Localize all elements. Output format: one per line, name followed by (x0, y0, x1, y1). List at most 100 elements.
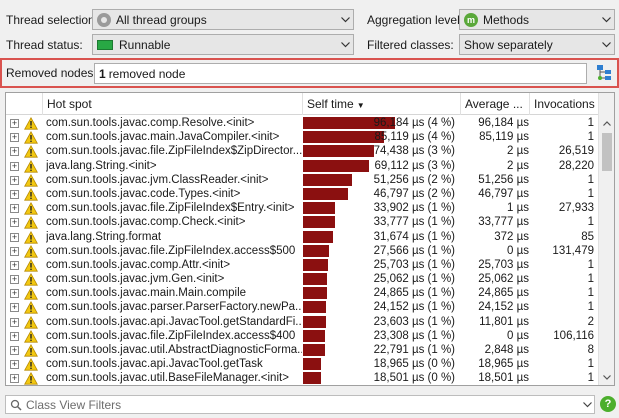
self-time-bar (303, 173, 352, 186)
invocations-value: 8 (587, 344, 594, 356)
expand-toggle-icon[interactable]: + (10, 371, 20, 385)
thread-selection-label: Thread selection: (6, 13, 99, 27)
self-time-bar (303, 187, 348, 200)
table-row[interactable]: + com.sun.tools.javac.file.ZipFileIndex$Z… (6, 144, 600, 158)
column-average[interactable]: Average ... (461, 93, 530, 115)
average-value: 96,184 µs (478, 117, 529, 129)
expand-toggle-icon[interactable]: + (10, 286, 20, 300)
hot-spot-name: java.lang.String.<init> (46, 159, 157, 172)
removed-nodes-field[interactable]: 1 removed node (94, 63, 587, 84)
invocations-value: 85 (581, 230, 594, 243)
filtered-classes-value: Show separately (464, 37, 553, 52)
table-row[interactable]: + com.sun.tools.javac.comp.Check.<init> 33… (6, 215, 600, 229)
average-value: 25,062 µs (478, 273, 529, 286)
self-time-value: 96,184 µs (4 %) (373, 117, 455, 129)
runnable-status-icon (97, 39, 113, 50)
table-row[interactable]: + com.sun.tools.javac.file.ZipFileIndex.a… (6, 244, 600, 258)
table-row[interactable]: + com.sun.tools.javac.comp.Resolve.<init>… (6, 116, 600, 130)
expand-toggle-icon[interactable]: + (10, 258, 20, 272)
average-value: 0 µs (507, 244, 529, 257)
hot-spot-name: com.sun.tools.javac.code.Types.<init> (46, 187, 241, 200)
expand-toggle-icon[interactable]: + (10, 130, 20, 144)
table-row[interactable]: + com.sun.tools.javac.file.ZipFileIndex.a… (6, 329, 600, 343)
tree-view-button[interactable] (594, 62, 614, 84)
expand-toggle-icon[interactable]: + (10, 343, 20, 357)
invocations-value: 1 (587, 131, 594, 144)
chevron-down-icon (337, 35, 353, 54)
column-hot-spot[interactable]: Hot spot (43, 93, 303, 115)
table-row[interactable]: + com.sun.tools.javac.api.JavacTool.getTa… (6, 357, 600, 371)
table-row[interactable]: + com.sun.tools.javac.comp.Attr.<init> 25,… (6, 258, 600, 272)
average-value: 33,777 µs (478, 216, 529, 229)
expand-toggle-icon[interactable]: + (10, 116, 20, 130)
vertical-scrollbar[interactable] (598, 93, 614, 385)
thread-status-label: Thread status: (6, 38, 83, 52)
average-value: 51,256 µs (478, 173, 529, 186)
expand-toggle-icon[interactable]: + (10, 187, 20, 201)
table-row[interactable]: + java.lang.String.<init> 69,112 µs (3 %) 2… (6, 159, 600, 173)
help-icon[interactable]: ? (600, 396, 616, 412)
table-row[interactable]: + com.sun.tools.javac.main.JavaCompiler.<… (6, 130, 600, 144)
expand-toggle-icon[interactable]: + (10, 215, 20, 229)
self-time-bar (303, 301, 326, 314)
warning-icon (24, 300, 42, 315)
table-row[interactable]: + com.sun.tools.javac.file.ZipFileIndex$E… (6, 201, 600, 215)
scroll-up-icon[interactable] (599, 115, 614, 131)
table-row[interactable]: + com.sun.tools.javac.code.Types.<init> 46… (6, 187, 600, 201)
scroll-down-icon[interactable] (599, 369, 614, 385)
expand-toggle-icon[interactable]: + (10, 201, 20, 215)
expand-toggle-icon[interactable]: + (10, 357, 20, 371)
expand-toggle-icon[interactable]: + (10, 300, 20, 314)
self-time-cell: 27,566 µs (1 %) (303, 244, 459, 258)
column-invocations[interactable]: Invocations (530, 93, 600, 115)
table-row[interactable]: + com.sun.tools.javac.util.BaseFileManage… (6, 371, 600, 385)
expand-toggle-icon[interactable]: + (10, 244, 20, 258)
warning-icon (24, 244, 42, 258)
expand-toggle-icon[interactable]: + (10, 315, 20, 329)
self-time-cell: 74,438 µs (3 %) (303, 144, 459, 158)
self-time-bar (303, 344, 325, 356)
hot-spot-name: com.sun.tools.javac.comp.Resolve.<init> (46, 117, 255, 129)
thread-selection-dropdown[interactable]: All thread groups (92, 9, 354, 30)
warning-icon (24, 173, 42, 187)
scroll-thumb[interactable] (602, 133, 612, 171)
self-time-value: 23,308 µs (1 %) (373, 329, 455, 342)
table-row[interactable]: + java.lang.String.format 31,674 µs (1 %) 3… (6, 230, 600, 244)
table-row[interactable]: + com.sun.tools.javac.jvm.Gen.<init> 25,06… (6, 272, 600, 286)
filtered-classes-dropdown[interactable]: Show separately (459, 34, 615, 55)
table-row[interactable]: + com.sun.tools.javac.api.JavacTool.getSt… (6, 315, 600, 329)
table-row[interactable]: + com.sun.tools.javac.main.Main.compile 24… (6, 286, 600, 300)
table-row[interactable]: + com.sun.tools.javac.parser.ParserFactor… (6, 300, 600, 315)
expand-toggle-icon[interactable]: + (10, 144, 20, 158)
hot-spot-name: com.sun.tools.javac.comp.Check.<init> (46, 216, 246, 229)
average-value: 2 µs (507, 145, 529, 158)
thread-status-dropdown[interactable]: Runnable (92, 34, 354, 55)
expand-toggle-icon[interactable]: + (10, 272, 20, 286)
column-self-time-label: Self time (307, 97, 354, 111)
self-time-cell: 25,703 µs (1 %) (303, 258, 459, 272)
hot-spot-name: com.sun.tools.javac.file.ZipFileIndex$En… (46, 202, 295, 215)
expand-toggle-icon[interactable]: + (10, 230, 20, 244)
aggregation-level-value: Methods (483, 12, 530, 27)
hot-spot-name: com.sun.tools.javac.file.ZipFileIndex$Zi… (46, 145, 302, 158)
self-time-value: 25,703 µs (1 %) (373, 258, 455, 271)
table-row[interactable]: + com.sun.tools.javac.jvm.ClassReader.<in… (6, 173, 600, 187)
warning-icon (24, 371, 42, 385)
hot-spot-name: com.sun.tools.javac.util.BaseFileManager… (46, 372, 289, 385)
self-time-value: 33,902 µs (1 %) (373, 202, 455, 215)
aggregation-level-dropdown[interactable]: m Methods (459, 9, 615, 30)
expand-toggle-icon[interactable]: + (10, 159, 20, 173)
expand-toggle-icon[interactable]: + (10, 329, 20, 343)
hot-spot-name: com.sun.tools.javac.api.JavacTool.getTas… (46, 358, 263, 371)
invocations-value: 1 (587, 187, 594, 200)
column-self-time[interactable]: Self time ▼ (303, 93, 461, 115)
invocations-value: 1 (587, 216, 594, 229)
chevron-down-icon[interactable] (580, 401, 594, 408)
expand-toggle-icon[interactable]: + (10, 173, 20, 187)
hot-spot-name: com.sun.tools.javac.file.ZipFileIndex.ac… (46, 244, 296, 257)
warning-icon (24, 144, 42, 158)
table-row[interactable]: + com.sun.tools.javac.util.AbstractDiagno… (6, 343, 600, 357)
class-view-filter-input[interactable]: Class View Filters (5, 395, 595, 414)
warning-icon (24, 116, 42, 130)
hot-spot-name: com.sun.tools.javac.util.AbstractDiagnos… (46, 344, 302, 356)
